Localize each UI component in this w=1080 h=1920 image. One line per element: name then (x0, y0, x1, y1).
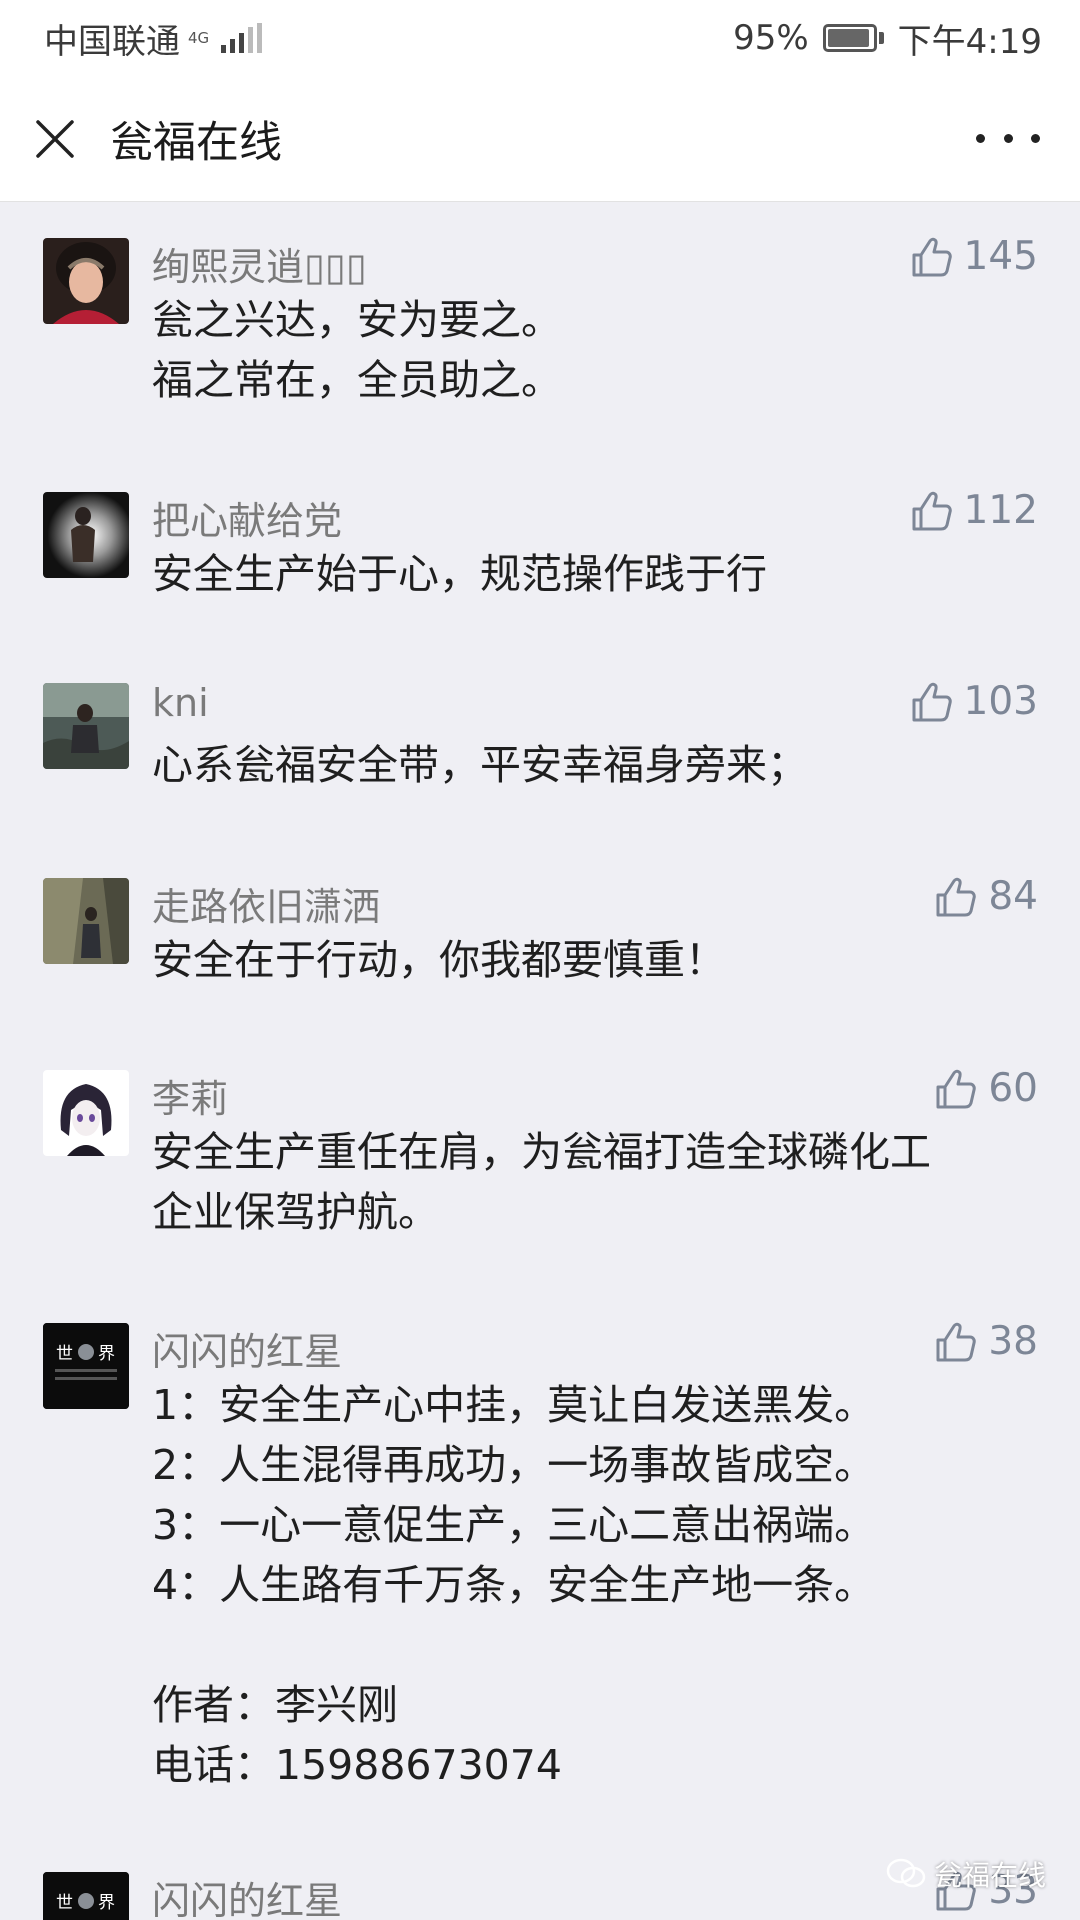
comment-line (152, 1615, 875, 1675)
more-horizontal-icon (976, 133, 985, 143)
page-title: 瓮福在线 (110, 117, 282, 168)
watermark-text: 瓮福在线 (933, 1859, 1046, 1892)
comment-line: 作者：李兴刚 (152, 1681, 398, 1729)
comment-line: 3：一心一意促生产，三心二意出祸端。 (152, 1501, 876, 1549)
avatar[interactable] (43, 492, 129, 578)
comment-line: 企业保驾护航。 (152, 1188, 439, 1236)
like-count: 103 (963, 679, 1038, 724)
avatar[interactable] (43, 1070, 129, 1156)
avatar[interactable] (43, 683, 129, 769)
comment-line: 安全生产重任在肩，为瓮福打造全球磷化工 (152, 1128, 931, 1176)
carrier-label: 中国联通 (44, 21, 180, 62)
comment-line: 电话：15988673074 (152, 1741, 562, 1789)
comment-line: 心系瓮福安全带，平安幸福身旁来； (152, 741, 808, 789)
thumbs-up-icon (912, 237, 952, 276)
comment-text: 安全生产始于心，规范操作践于行 (152, 544, 767, 604)
close-icon (36, 119, 74, 158)
comment-author[interactable]: 把心献给党 (152, 490, 342, 545)
more-button[interactable] (976, 116, 1040, 160)
watermark: 瓮福在线 (886, 1854, 1046, 1894)
avatar[interactable] (43, 878, 129, 964)
comment-text: 安全生产重任在肩，为瓮福打造全球磷化工 企业保驾护航。 (152, 1122, 931, 1242)
status-bar: 中国联通 4G 95% 下午4:19 (0, 0, 1080, 76)
clock: 下午4:19 (897, 21, 1042, 62)
battery-percent: 95% (733, 18, 809, 58)
network-type-label: 4G (188, 29, 210, 47)
comment-text: 心系瓮福安全带，平安幸福身旁来； (152, 735, 808, 795)
avatar[interactable]: 世 界 (43, 1323, 129, 1409)
like-count: 84 (988, 874, 1038, 919)
thumbs-up-icon (912, 491, 952, 530)
comment-line: 1：安全生产心中挂，莫让白发送黑发。 (152, 1381, 876, 1429)
avatar[interactable] (43, 238, 129, 324)
comment-author[interactable]: kni (152, 681, 209, 725)
thumbs-up-icon (936, 1322, 977, 1361)
comment-line: 安全生产始于心，规范操作践于行 (152, 550, 767, 598)
comment-author[interactable]: 闪闪的红星 (152, 1870, 342, 1920)
comment-line: 福之常在，全员助之。 (152, 356, 562, 404)
like-button[interactable]: 145 (910, 234, 1038, 279)
comment-author[interactable]: 绚熙灵逍▯▯▯ (152, 236, 367, 291)
status-left: 中国联通 4G (44, 14, 263, 63)
svg-text:世: 世 (56, 1344, 73, 1364)
like-button[interactable]: 103 (910, 679, 1038, 724)
thumbs-up-icon (936, 1069, 977, 1108)
wechat-icon (886, 1858, 926, 1888)
thumbs-up-icon (936, 877, 977, 916)
nav-bar: 瓮福在线 (0, 76, 1080, 202)
like-count: 38 (988, 1319, 1038, 1364)
avatar[interactable]: 世 界 (43, 1872, 129, 1920)
comment-text: 安全在于行动，你我都要慎重！ (152, 930, 726, 990)
comment-text: 1：安全生产心中挂，莫让白发送黑发。 2：人生混得再成功，一场事故皆成空。 3：… (152, 1375, 875, 1795)
like-count: 60 (988, 1066, 1038, 1111)
like-button[interactable]: 38 (934, 1319, 1038, 1364)
svg-text:界: 界 (98, 1893, 115, 1913)
comment-author[interactable]: 闪闪的红星 (152, 1321, 342, 1376)
svg-text:界: 界 (98, 1344, 115, 1364)
close-button[interactable] (0, 76, 110, 202)
comment-line: 瓮之兴达，安为要之。 (152, 296, 562, 344)
svg-text:世: 世 (56, 1893, 73, 1913)
status-right: 95% 下午4:19 (733, 14, 1042, 63)
like-count: 145 (963, 234, 1038, 279)
like-count: 112 (963, 488, 1038, 533)
comment-author[interactable]: 走路依旧潇洒 (152, 876, 380, 931)
comment-line: 2：人生混得再成功，一场事故皆成空。 (152, 1441, 876, 1489)
comment-author[interactable]: 李莉 (152, 1068, 228, 1123)
comment-text: 瓮之兴达，安为要之。 福之常在，全员助之。 (152, 290, 562, 410)
signal-icon (221, 23, 263, 53)
comment-line: 4：人生路有千万条，安全生产地一条。 (152, 1561, 876, 1609)
like-button[interactable]: 60 (934, 1066, 1038, 1111)
battery-icon (822, 24, 884, 52)
comment-line: 安全在于行动，你我都要慎重！ (152, 936, 726, 984)
like-button[interactable]: 112 (910, 488, 1038, 533)
like-button[interactable]: 84 (934, 874, 1038, 919)
thumbs-up-icon (912, 682, 952, 721)
